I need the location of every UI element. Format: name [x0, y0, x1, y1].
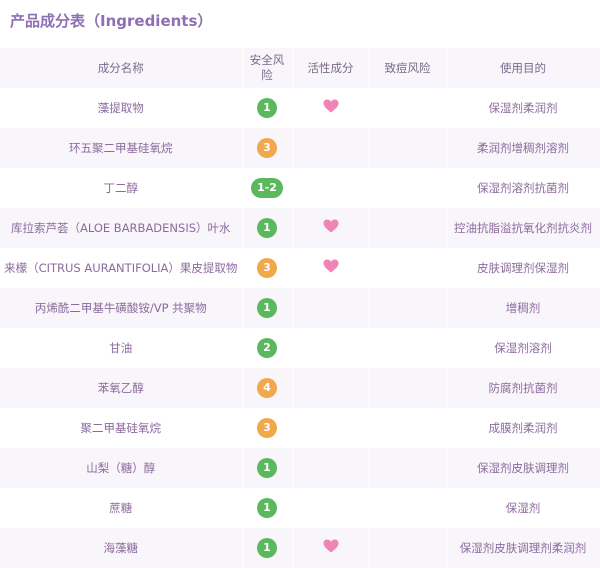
- safety-risk-cell: 3: [242, 408, 293, 448]
- table-row: 库拉索芦荟（ALOE BARBADENSIS）叶水 1 控油抗脂溢抗氧化剂抗炎剂: [0, 208, 600, 248]
- table-row: 丁二醇 1-2 保湿剂溶剂抗菌剂: [0, 168, 600, 208]
- acne-risk-cell: [369, 408, 447, 448]
- acne-risk-cell: [369, 88, 447, 128]
- acne-risk-cell: [369, 168, 447, 208]
- table-row: 来檬（CITRUS AURANTIFOLIA）果皮提取物 3 皮肤调理剂保湿剂: [0, 248, 600, 288]
- active-ingredient-cell: [292, 328, 370, 368]
- heart-icon: [323, 219, 339, 236]
- safety-risk-cell: 1: [242, 448, 293, 488]
- acne-risk-cell: [369, 448, 447, 488]
- ingredient-name: 丙烯酰二甲基牛磺酸铵/VP 共聚物: [0, 288, 243, 328]
- acne-risk-cell: [369, 368, 447, 408]
- safety-risk-cell: 3: [242, 248, 293, 288]
- purpose-cell: 控油抗脂溢抗氧化剂抗炎剂: [446, 208, 600, 248]
- purpose-cell: 保湿剂溶剂抗菌剂: [446, 168, 600, 208]
- ingredient-name: 苯氧乙醇: [0, 368, 243, 408]
- header-active-ingredient: 活性成分: [292, 48, 370, 88]
- header-purpose: 使用目的: [446, 48, 600, 88]
- active-ingredient-cell: [292, 288, 370, 328]
- ingredients-table: 成分名称 安全风险 活性成分 致痘风险 使用目的 藻提取物 1 保湿剂柔润剂 环五聚二…: [0, 48, 600, 568]
- purpose-cell: 保湿剂柔润剂: [446, 88, 600, 128]
- table-row: 藻提取物 1 保湿剂柔润剂: [0, 88, 600, 128]
- active-ingredient-cell: [292, 248, 370, 288]
- safety-badge: 1: [257, 458, 277, 478]
- header-ingredient-name: 成分名称: [0, 48, 243, 88]
- safety-risk-cell: 1-2: [242, 168, 293, 208]
- acne-risk-cell: [369, 488, 447, 528]
- safety-badge: 2: [257, 338, 277, 358]
- purpose-cell: 防腐剂抗菌剂: [446, 368, 600, 408]
- purpose-cell: 保湿剂皮肤调理剂柔润剂: [446, 528, 600, 568]
- ingredient-name: 聚二甲基硅氧烷: [0, 408, 243, 448]
- ingredient-name: 海藻糖: [0, 528, 243, 568]
- purpose-cell: 保湿剂皮肤调理剂: [446, 448, 600, 488]
- active-ingredient-cell: [292, 88, 370, 128]
- safety-badge: 1: [257, 538, 277, 558]
- purpose-cell: 保湿剂: [446, 488, 600, 528]
- safety-badge: 3: [257, 138, 277, 158]
- header-acne-risk: 致痘风险: [369, 48, 447, 88]
- ingredient-name: 蔗糖: [0, 488, 243, 528]
- header-safety-risk: 安全风险: [242, 48, 293, 88]
- ingredient-name: 环五聚二甲基硅氧烷: [0, 128, 243, 168]
- table-row: 蔗糖 1 保湿剂: [0, 488, 600, 528]
- safety-risk-cell: 1: [242, 288, 293, 328]
- purpose-cell: 成膜剂柔润剂: [446, 408, 600, 448]
- active-ingredient-cell: [292, 408, 370, 448]
- safety-badge: 1: [257, 298, 277, 318]
- safety-badge: 3: [257, 258, 277, 278]
- heart-icon: [323, 539, 339, 556]
- acne-risk-cell: [369, 248, 447, 288]
- safety-risk-cell: 2: [242, 328, 293, 368]
- ingredient-name: 山梨（糖）醇: [0, 448, 243, 488]
- purpose-cell: 皮肤调理剂保湿剂: [446, 248, 600, 288]
- active-ingredient-cell: [292, 128, 370, 168]
- page-title: 产品成分表（Ingredients）: [10, 12, 213, 30]
- heart-icon: [323, 259, 339, 276]
- active-ingredient-cell: [292, 488, 370, 528]
- table-row: 丙烯酰二甲基牛磺酸铵/VP 共聚物 1 增稠剂: [0, 288, 600, 328]
- safety-risk-cell: 1: [242, 208, 293, 248]
- active-ingredient-cell: [292, 208, 370, 248]
- active-ingredient-cell: [292, 528, 370, 568]
- active-ingredient-cell: [292, 368, 370, 408]
- purpose-cell: 增稠剂: [446, 288, 600, 328]
- safety-badge: 4: [257, 378, 277, 398]
- acne-risk-cell: [369, 288, 447, 328]
- active-ingredient-cell: [292, 448, 370, 488]
- safety-risk-cell: 1: [242, 528, 293, 568]
- safety-badge: 1: [257, 498, 277, 518]
- table-row: 甘油 2 保湿剂溶剂: [0, 328, 600, 368]
- table-header-row: 成分名称 安全风险 活性成分 致痘风险 使用目的: [0, 48, 600, 88]
- safety-risk-cell: 4: [242, 368, 293, 408]
- ingredient-name: 藻提取物: [0, 88, 243, 128]
- safety-risk-cell: 3: [242, 128, 293, 168]
- acne-risk-cell: [369, 528, 447, 568]
- table-row: 环五聚二甲基硅氧烷 3 柔润剂增稠剂溶剂: [0, 128, 600, 168]
- table-row: 苯氧乙醇 4 防腐剂抗菌剂: [0, 368, 600, 408]
- ingredient-name: 来檬（CITRUS AURANTIFOLIA）果皮提取物: [0, 248, 243, 288]
- purpose-cell: 保湿剂溶剂: [446, 328, 600, 368]
- acne-risk-cell: [369, 128, 447, 168]
- safety-badge: 1: [257, 98, 277, 118]
- acne-risk-cell: [369, 208, 447, 248]
- safety-badge: 3: [257, 418, 277, 438]
- safety-badge: 1: [257, 218, 277, 238]
- safety-badge: 1-2: [251, 178, 283, 198]
- heart-icon: [323, 99, 339, 116]
- acne-risk-cell: [369, 328, 447, 368]
- table-row: 山梨（糖）醇 1 保湿剂皮肤调理剂: [0, 448, 600, 488]
- safety-risk-cell: 1: [242, 488, 293, 528]
- ingredient-name: 库拉索芦荟（ALOE BARBADENSIS）叶水: [0, 208, 243, 248]
- table-row: 聚二甲基硅氧烷 3 成膜剂柔润剂: [0, 408, 600, 448]
- purpose-cell: 柔润剂增稠剂溶剂: [446, 128, 600, 168]
- active-ingredient-cell: [292, 168, 370, 208]
- safety-risk-cell: 1: [242, 88, 293, 128]
- table-row: 海藻糖 1 保湿剂皮肤调理剂柔润剂: [0, 528, 600, 568]
- ingredient-name: 丁二醇: [0, 168, 243, 208]
- ingredient-name: 甘油: [0, 328, 243, 368]
